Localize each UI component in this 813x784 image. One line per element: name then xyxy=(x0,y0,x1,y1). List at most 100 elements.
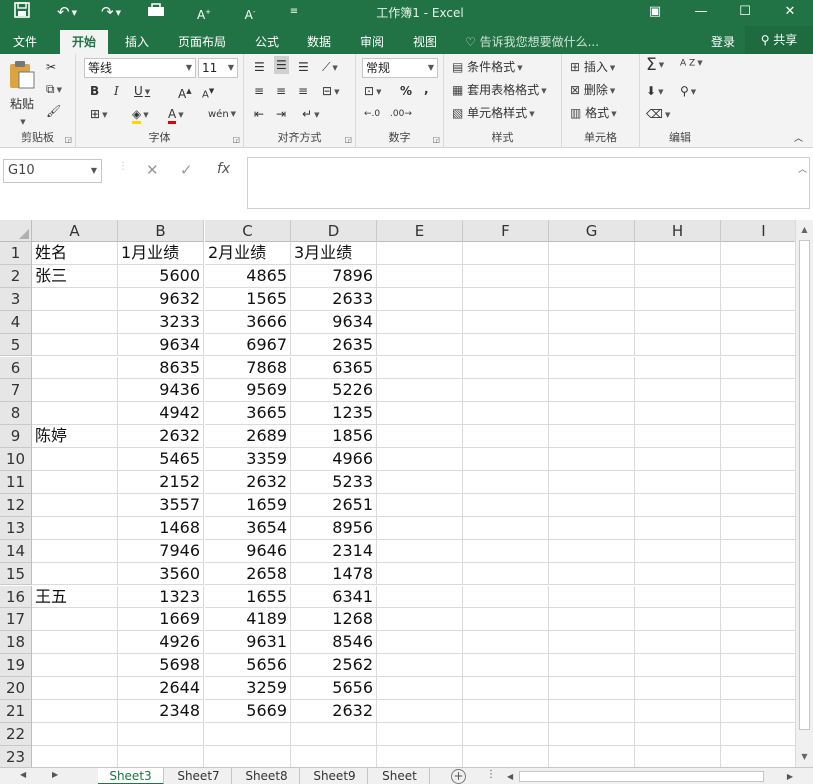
fill-color-icon[interactable]: ◈ ▼ xyxy=(132,105,149,124)
column-header[interactable]: C xyxy=(205,220,291,242)
font-launcher-icon[interactable]: ◲ xyxy=(232,135,240,144)
cell[interactable]: 王五 xyxy=(32,585,118,609)
cell[interactable]: 2651 xyxy=(291,493,377,517)
cell[interactable]: 2689 xyxy=(205,425,291,449)
cell[interactable] xyxy=(721,357,795,380)
phonetic-button[interactable]: wén ▼ xyxy=(208,105,236,124)
cell[interactable] xyxy=(463,333,549,357)
cell[interactable]: 3654 xyxy=(205,516,291,540)
tab-data[interactable]: 数据 xyxy=(298,30,340,54)
cell[interactable]: 4865 xyxy=(205,264,291,288)
cell[interactable]: 2632 xyxy=(205,471,291,494)
column-header[interactable]: B xyxy=(118,220,204,242)
cell[interactable]: 9631 xyxy=(205,631,291,655)
row-header[interactable]: 18 xyxy=(0,631,32,655)
cell[interactable] xyxy=(377,608,463,632)
cell[interactable] xyxy=(463,700,549,723)
insert-cells-button[interactable]: ⊞ 插入 ▼ xyxy=(570,58,615,77)
cell[interactable] xyxy=(32,448,118,471)
cell[interactable]: 4189 xyxy=(205,608,291,632)
cell[interactable] xyxy=(549,745,635,767)
cell[interactable] xyxy=(721,654,795,678)
cell[interactable] xyxy=(635,242,721,265)
formula-input[interactable] xyxy=(247,157,810,209)
cell[interactable]: 2562 xyxy=(291,654,377,678)
cell[interactable] xyxy=(32,562,118,586)
wrap-text-icon[interactable]: ↵ ▼ xyxy=(302,105,319,124)
tab-view[interactable]: 视图 xyxy=(404,30,446,54)
cell[interactable] xyxy=(32,310,118,334)
cell[interactable]: 4942 xyxy=(118,402,204,426)
name-box[interactable]: G10 ▼ xyxy=(3,159,102,183)
cell[interactable] xyxy=(463,379,549,403)
cell[interactable]: 3359 xyxy=(205,448,291,471)
align-center-icon[interactable]: ≡ xyxy=(276,82,286,100)
collapse-ribbon-icon[interactable]: ︿ xyxy=(794,130,803,148)
decrease-indent-icon[interactable]: ⇤ xyxy=(254,105,264,123)
cell[interactable] xyxy=(635,722,721,746)
cell[interactable] xyxy=(377,745,463,767)
scroll-thumb[interactable] xyxy=(519,771,764,782)
cell[interactable] xyxy=(721,311,795,334)
paste-button[interactable]: 粘贴 ▼ xyxy=(6,60,38,131)
cell[interactable]: 7868 xyxy=(205,356,291,380)
cell[interactable] xyxy=(721,563,795,586)
bold-button[interactable]: B xyxy=(90,82,99,100)
cell[interactable]: 3259 xyxy=(205,677,291,700)
cell[interactable] xyxy=(635,379,721,403)
cell[interactable] xyxy=(549,516,635,540)
maximize-icon[interactable]: ☐ xyxy=(722,0,768,24)
cell[interactable]: 5669 xyxy=(205,700,291,723)
cell[interactable]: 6365 xyxy=(291,356,377,380)
cell[interactable]: 8635 xyxy=(118,356,204,380)
cell[interactable] xyxy=(721,265,795,288)
row-header[interactable]: 4 xyxy=(0,310,32,334)
font-name-select[interactable]: 等线 ▼ xyxy=(84,58,196,78)
column-header[interactable]: A xyxy=(32,220,118,242)
cell[interactable] xyxy=(32,402,118,426)
cell[interactable] xyxy=(32,471,118,494)
cell[interactable] xyxy=(549,264,635,288)
grow-font-button[interactable]: A▲ xyxy=(178,82,192,103)
cell[interactable] xyxy=(205,745,291,767)
cell[interactable]: 3月业绩 xyxy=(291,242,377,265)
cell[interactable] xyxy=(635,608,721,632)
cell[interactable] xyxy=(635,333,721,357)
cell[interactable]: 陈婷 xyxy=(32,425,118,449)
cell[interactable]: 1468 xyxy=(118,516,204,540)
cell[interactable] xyxy=(377,516,463,540)
cell[interactable] xyxy=(549,677,635,700)
cell[interactable]: 2633 xyxy=(291,287,377,311)
format-cells-button[interactable]: ▥ 格式 ▼ xyxy=(570,104,617,123)
cell[interactable]: 9569 xyxy=(205,379,291,403)
border-icon[interactable]: ⊞ ▼ xyxy=(90,105,107,124)
cell[interactable]: 1268 xyxy=(291,608,377,632)
cell[interactable] xyxy=(377,493,463,517)
expand-formula-icon[interactable]: ︿ xyxy=(798,162,807,175)
cell[interactable]: 3557 xyxy=(118,493,204,517)
cell[interactable] xyxy=(549,356,635,380)
cell[interactable] xyxy=(549,562,635,586)
cell[interactable] xyxy=(377,562,463,586)
scroll-thumb[interactable] xyxy=(799,240,810,730)
cell[interactable]: 8956 xyxy=(291,516,377,540)
cell[interactable]: 3665 xyxy=(205,402,291,426)
cell[interactable] xyxy=(635,585,721,609)
cell[interactable]: 张三 xyxy=(32,264,118,288)
cell[interactable] xyxy=(463,539,549,563)
cell[interactable] xyxy=(377,402,463,426)
column-header[interactable]: F xyxy=(463,220,549,242)
sort-filter-icon[interactable]: A Z ▼ xyxy=(680,58,703,69)
cell[interactable] xyxy=(118,745,204,767)
cell[interactable]: 2658 xyxy=(205,562,291,586)
minimize-icon[interactable]: — xyxy=(678,0,724,24)
cell[interactable] xyxy=(635,631,721,655)
cell[interactable] xyxy=(377,310,463,334)
alignment-launcher-icon[interactable]: ◲ xyxy=(344,135,352,144)
add-sheet-icon[interactable]: + xyxy=(451,769,466,784)
cell[interactable] xyxy=(463,608,549,632)
cell[interactable]: 姓名 xyxy=(32,242,118,265)
row-header[interactable]: 17 xyxy=(0,608,32,632)
cell[interactable] xyxy=(377,287,463,311)
ribbon-display-icon[interactable]: ▣ xyxy=(632,0,678,24)
